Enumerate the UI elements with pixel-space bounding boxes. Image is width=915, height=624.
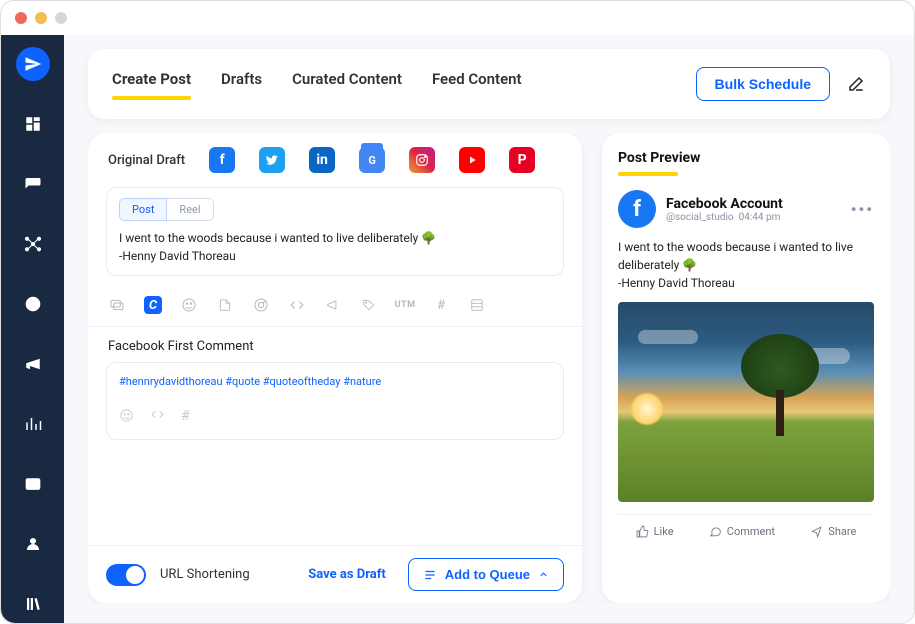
fc-hashtag-icon[interactable]: # xyxy=(181,408,190,427)
document-icon[interactable] xyxy=(216,296,234,314)
post-type-reel[interactable]: Reel xyxy=(167,198,213,221)
original-draft-label: Original Draft xyxy=(108,153,185,168)
utm-icon[interactable]: UTM xyxy=(396,296,414,314)
facebook-logo-icon: f xyxy=(618,190,656,228)
facebook-icon[interactable]: f xyxy=(209,147,235,173)
sidebar-item-inbox[interactable] xyxy=(16,467,50,501)
post-type-post[interactable]: Post xyxy=(119,198,167,221)
code-icon[interactable] xyxy=(288,296,306,314)
sidebar-item-compose[interactable] xyxy=(16,47,50,81)
sidebar xyxy=(1,35,64,623)
window-titlebar xyxy=(1,1,914,35)
sidebar-item-library[interactable] xyxy=(16,587,50,621)
editor-toolbar: C UTM # xyxy=(88,288,582,326)
megaphone-icon[interactable] xyxy=(324,296,342,314)
preview-time: 04:44 pm xyxy=(739,212,781,223)
editor-card: Original Draft f in G P xyxy=(88,133,582,603)
emoji-icon[interactable] xyxy=(180,296,198,314)
chevron-up-icon xyxy=(538,569,549,580)
media-icon[interactable] xyxy=(108,296,126,314)
window-maximize-dot[interactable] xyxy=(55,12,67,24)
bulk-schedule-button[interactable]: Bulk Schedule xyxy=(696,67,830,101)
sidebar-item-discover[interactable] xyxy=(16,287,50,321)
template-icon[interactable] xyxy=(468,296,486,314)
pinterest-icon[interactable]: P xyxy=(509,147,535,173)
preview-handle: @social_studio xyxy=(666,212,734,223)
first-comment-label: Facebook First Comment xyxy=(88,327,582,362)
tab-feed[interactable]: Feed Content xyxy=(432,70,522,98)
tab-curated[interactable]: Curated Content xyxy=(292,70,402,98)
linkedin-icon[interactable]: in xyxy=(309,147,335,173)
window-minimize-dot[interactable] xyxy=(35,12,47,24)
instagram-icon[interactable] xyxy=(409,147,435,173)
preview-more-icon[interactable]: ••• xyxy=(851,200,874,219)
queue-icon xyxy=(423,568,437,582)
hashtag-icon[interactable]: # xyxy=(432,296,450,314)
sidebar-item-messages[interactable] xyxy=(16,167,50,201)
like-button[interactable]: Like xyxy=(636,525,674,538)
sidebar-item-network[interactable] xyxy=(16,227,50,261)
tab-create-post[interactable]: Create Post xyxy=(112,70,191,98)
gmb-icon[interactable]: G xyxy=(359,147,385,173)
post-composer[interactable]: Post Reel I went to the woods because i … xyxy=(106,187,564,276)
twitter-icon[interactable] xyxy=(259,147,285,173)
add-to-queue-button[interactable]: Add to Queue xyxy=(408,558,564,591)
top-card: Create Post Drafts Curated Content Feed … xyxy=(88,49,890,119)
window-close-dot[interactable] xyxy=(15,12,27,24)
target-icon[interactable] xyxy=(252,296,270,314)
preview-image xyxy=(618,302,874,502)
compose-icon[interactable] xyxy=(846,74,866,94)
post-text[interactable]: I went to the woods because i wanted to … xyxy=(119,229,551,265)
preview-title: Post Preview xyxy=(618,150,700,174)
youtube-icon[interactable] xyxy=(459,147,485,173)
tag-icon[interactable] xyxy=(360,296,378,314)
preview-account-name: Facebook Account xyxy=(666,196,783,212)
sidebar-item-team[interactable] xyxy=(16,527,50,561)
canva-icon[interactable]: C xyxy=(144,296,162,314)
fc-code-icon[interactable] xyxy=(150,408,165,427)
preview-text: I went to the woods because i wanted to … xyxy=(618,238,874,292)
share-button[interactable]: Share xyxy=(810,525,856,538)
sidebar-item-campaigns[interactable] xyxy=(16,347,50,381)
url-shortening-label: URL Shortening xyxy=(160,567,294,582)
first-comment-box[interactable]: #hennrydavidthoreau #quote #quoteoftheda… xyxy=(106,362,564,440)
sidebar-item-dashboard[interactable] xyxy=(16,107,50,141)
save-as-draft-button[interactable]: Save as Draft xyxy=(308,567,386,582)
tab-drafts[interactable]: Drafts xyxy=(221,70,262,98)
fc-emoji-icon[interactable] xyxy=(119,408,134,427)
first-comment-text[interactable]: #hennrydavidthoreau #quote #quoteoftheda… xyxy=(119,375,551,388)
preview-card: Post Preview f Facebook Account @social_… xyxy=(602,133,890,603)
sidebar-item-analytics[interactable] xyxy=(16,407,50,441)
url-shortening-toggle[interactable] xyxy=(106,564,146,586)
comment-button[interactable]: Comment xyxy=(709,525,775,538)
